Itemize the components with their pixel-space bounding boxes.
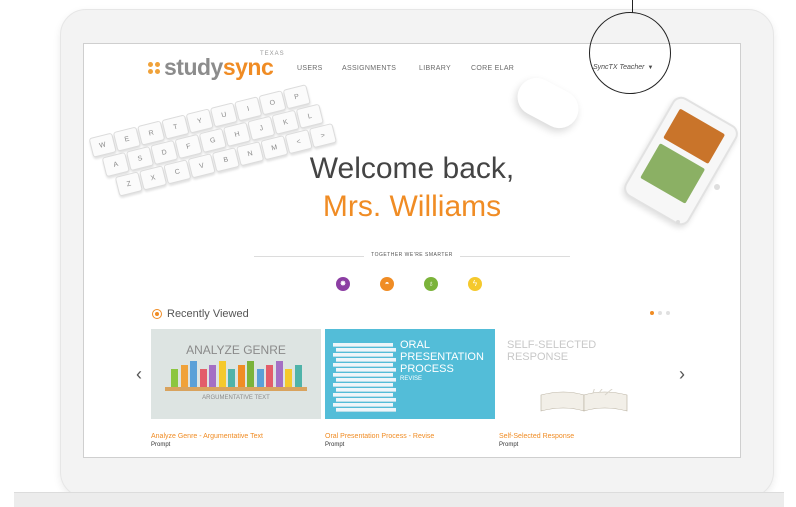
book <box>256 369 264 387</box>
welcome-heading: Welcome back, <box>309 152 515 185</box>
app-screen: W E R T Y U I O P A S D F G H J K L Z X C V B N M < > studysync TE… <box>83 43 741 458</box>
book <box>171 369 178 387</box>
paper-sheet <box>333 363 393 367</box>
paper-sheet <box>333 353 393 357</box>
card-title[interactable]: Analyze Genre - Argumentative Text <box>151 433 263 440</box>
paper-sheet <box>336 388 396 392</box>
paper-sheet <box>336 348 396 352</box>
card-type: Prompt <box>325 442 345 448</box>
keyboard-key: > <box>308 122 337 149</box>
chevron-right-icon[interactable]: › <box>679 364 685 385</box>
card-image-heading: ORAL PRESENTATION PROCESS <box>400 339 484 375</box>
divider <box>460 256 570 257</box>
keyboard-key: < <box>284 129 313 155</box>
book <box>199 369 207 387</box>
card-image-subheading: REVISE <box>400 376 423 382</box>
paper-sheet <box>336 378 396 382</box>
book <box>228 369 235 387</box>
carousel-dot[interactable] <box>658 311 662 315</box>
carousel-dot[interactable] <box>666 311 670 315</box>
eye-icon <box>152 309 162 319</box>
paper-sheet <box>333 383 393 387</box>
book <box>209 365 216 387</box>
laptop-base <box>14 492 784 507</box>
nav-core-elar[interactable]: CORE ELAR <box>471 65 514 72</box>
paper-sheet <box>333 373 393 377</box>
callout-line <box>632 0 633 13</box>
tagline: TOGETHER WE'RE SMARTER <box>371 252 453 258</box>
divider <box>254 256 364 257</box>
lightbulb-icon[interactable]: ♁ <box>424 277 438 291</box>
recent-card-analyze-genre[interactable]: ANALYZE GENRE ARGUMENTATIVE TEXT <box>151 329 321 419</box>
card-image-heading: ANALYZE GENRE <box>186 343 286 357</box>
card-type: Prompt <box>151 442 171 448</box>
book <box>294 365 302 387</box>
card-type: Prompt <box>499 442 519 448</box>
sun-burst-icon[interactable]: ✸ <box>336 277 350 291</box>
mouse-illustration <box>510 71 586 135</box>
paper-sheet <box>336 368 396 372</box>
teacher-name: Mrs. Williams <box>322 190 502 223</box>
paper-sheet <box>333 403 393 407</box>
paper-sheet <box>333 343 393 347</box>
logo-wordmark: studysync <box>164 54 274 81</box>
lightning-icon[interactable]: ϟ <box>468 277 482 291</box>
recent-card-oral-presentation[interactable]: ORAL PRESENTATION PROCESS REVISE <box>325 329 495 419</box>
book <box>285 369 292 387</box>
callout-circle <box>589 12 671 94</box>
book <box>237 365 245 387</box>
card-title[interactable]: Self-Selected Response <box>499 433 574 440</box>
paper-sheet <box>336 408 396 412</box>
nav-users[interactable]: USERS <box>297 65 323 72</box>
card-image-subheading: ARGUMENTATIVE TEXT <box>202 395 270 401</box>
book <box>180 365 188 387</box>
logo-dots-icon <box>148 61 160 74</box>
book <box>266 365 273 387</box>
logo-sync-text: sync <box>222 54 274 80</box>
chevron-left-icon[interactable]: ‹ <box>136 364 142 385</box>
recent-card-self-selected[interactable]: SELF-SELECTED RESPONSE <box>499 329 669 419</box>
carousel-dot[interactable] <box>650 311 654 315</box>
book <box>218 361 226 387</box>
card-title[interactable]: Oral Presentation Process - Revise <box>325 433 434 440</box>
book <box>247 361 254 387</box>
paper-sheet <box>336 358 396 362</box>
book <box>190 361 197 387</box>
studysync-logo[interactable]: studysync TEXAS <box>148 51 284 81</box>
sunrise-icon[interactable]: ◓ <box>380 277 394 291</box>
book <box>275 361 283 387</box>
recently-viewed-title: Recently Viewed <box>167 308 249 320</box>
logo-study-text: study <box>164 54 223 80</box>
open-book-illustration <box>540 389 628 412</box>
nav-assignments[interactable]: ASSIGNMENTS <box>342 65 396 72</box>
carousel-pagination[interactable] <box>650 311 670 315</box>
card-image-heading: SELF-SELECTED RESPONSE <box>507 339 597 363</box>
paper-sheet <box>333 393 393 397</box>
shelf <box>165 387 307 391</box>
paper-sheet <box>336 398 396 402</box>
nav-library[interactable]: LIBRARY <box>419 65 451 72</box>
logo-region: TEXAS <box>260 51 285 57</box>
